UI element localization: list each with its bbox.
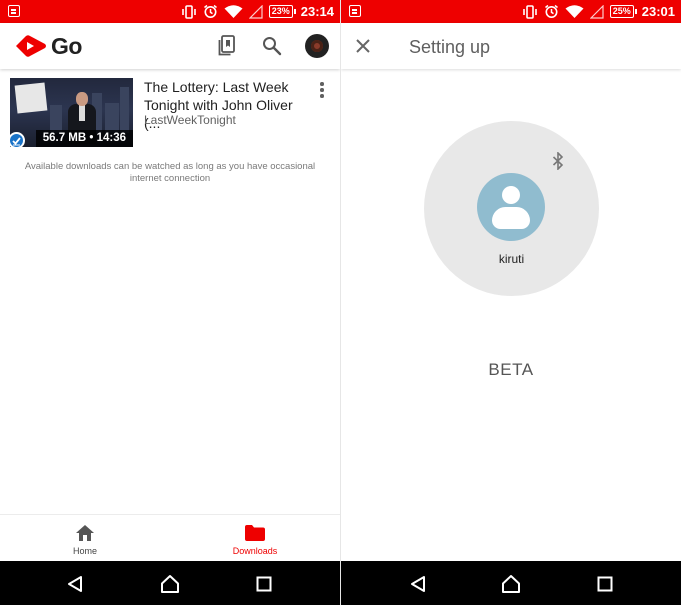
status-bar: 23% 23:14 [0,0,340,23]
system-navigation-bar [0,561,340,605]
downloads-note: Available downloads can be watched as lo… [24,161,316,184]
video-channel: LastWeekTonight [144,113,236,127]
notification-icon [8,5,20,17]
bottom-navigation: Home Downloads [0,514,340,561]
beta-label: BETA [488,360,534,379]
signal-icon [248,4,263,19]
vibrate-icon [181,4,196,19]
more-vert-icon[interactable] [315,81,329,99]
library-icon[interactable] [218,35,236,57]
wifi-icon [565,4,584,18]
profile-circle: kiruti [424,121,599,296]
youtube-go-logo[interactable]: Go [14,32,82,59]
status-icons: 25% 23:01 [522,0,675,23]
app-bar: Go [0,23,340,69]
close-icon[interactable] [355,38,371,54]
account-avatar[interactable] [305,34,329,58]
download-check-icon [8,132,25,149]
signal-icon [589,4,604,19]
home-icon [76,525,94,541]
search-icon[interactable] [262,36,282,56]
folder-icon [245,525,265,541]
status-icons: 23% 23:14 [181,0,334,23]
video-thumbnail[interactable]: 56.7 MB • 14:36 [10,78,133,147]
system-navigation-bar [341,561,681,605]
logo-text: Go [51,32,82,59]
nav-item-home[interactable]: Home [0,515,170,562]
alarm-icon [544,4,558,18]
battery-indicator: 23% [268,5,296,18]
youtube-go-downloads-screen: 23% 23:14 Go 56.7 MB • 14:36 The Lottery… [0,0,340,605]
video-size-duration: 56.7 MB • 14:36 [35,130,133,147]
status-time: 23:01 [641,4,675,19]
downloaded-video-item[interactable]: 56.7 MB • 14:36 The Lottery: Last Week T… [8,78,332,149]
nav-label-home: Home [72,546,97,556]
back-icon[interactable] [66,575,84,593]
recents-icon[interactable] [256,576,272,592]
recents-icon[interactable] [597,576,613,592]
nav-label-downloads: Downloads [232,546,278,556]
thumbnail-poster [14,82,48,114]
vibrate-icon [522,4,537,19]
notification-icon [349,5,361,17]
page-title: Setting up [409,37,491,57]
bluetooth-icon [552,152,564,170]
home-circle-icon[interactable] [501,574,521,594]
wifi-icon [224,4,243,18]
app-bar: Setting up [341,23,681,69]
status-time: 23:14 [300,4,334,19]
nav-item-downloads[interactable]: Downloads [170,515,340,562]
username: kiruti [498,252,525,266]
battery-indicator: 25% [609,5,637,18]
home-circle-icon[interactable] [160,574,180,594]
status-bar: 25% 23:01 [341,0,681,23]
alarm-icon [203,4,217,18]
back-icon[interactable] [409,575,427,593]
go-logo-icon [16,35,46,57]
setting-up-screen: 25% 23:01 Setting up kiruti BETA [341,0,681,605]
person-icon [477,173,545,241]
